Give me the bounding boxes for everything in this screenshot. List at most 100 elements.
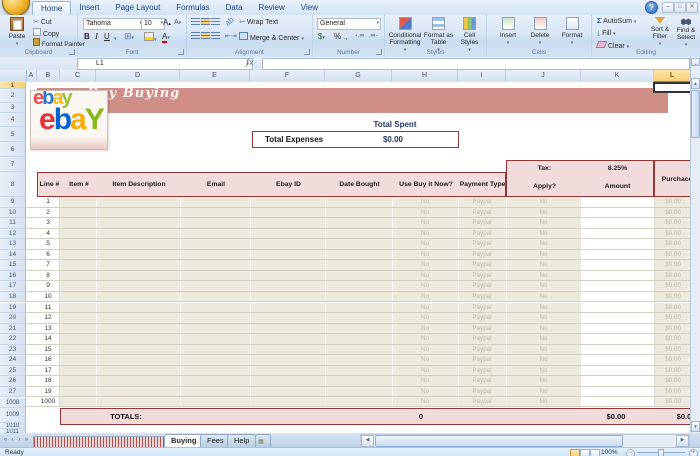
- horizontal-scroll-thumb[interactable]: [375, 435, 623, 447]
- purchase-cell[interactable]: $0.00: [654, 270, 690, 281]
- row-header-6[interactable]: 6: [0, 142, 26, 157]
- purchase-cell[interactable]: $0.00: [654, 365, 690, 376]
- zoom-slider-thumb[interactable]: [658, 449, 664, 456]
- row-header-13[interactable]: 13: [0, 239, 26, 250]
- apply-cell[interactable]: No: [506, 218, 581, 228]
- delete-cells-button[interactable]: Delete ▾: [525, 17, 555, 47]
- purchase-cell[interactable]: $0.00: [654, 344, 690, 355]
- apply-cell[interactable]: No: [506, 208, 581, 218]
- payment-type-cell[interactable]: Paypal: [458, 197, 506, 207]
- use-buy-it-now-cell[interactable]: No: [392, 239, 458, 249]
- apply-cell[interactable]: No: [506, 197, 581, 207]
- purchase-cell[interactable]: $0.00: [654, 323, 690, 334]
- row-header-7[interactable]: 7: [0, 157, 26, 172]
- purchase-cell[interactable]: $0.00: [654, 260, 690, 270]
- purchase-cell[interactable]: $0.00: [654, 228, 690, 239]
- apply-cell[interactable]: No: [506, 260, 581, 270]
- line-number-cell[interactable]: 8: [37, 270, 60, 281]
- payment-type-cell[interactable]: Paypal: [458, 271, 506, 281]
- row-header-3[interactable]: 3: [0, 103, 26, 113]
- row-header-25[interactable]: 25: [0, 365, 26, 377]
- row-header-1008[interactable]: 1008: [0, 397, 26, 408]
- column-header-I[interactable]: I: [458, 70, 506, 81]
- column-header-D[interactable]: D: [96, 70, 180, 81]
- row-header-24[interactable]: 24: [0, 355, 26, 366]
- sheet-tab-buying[interactable]: Buying: [164, 434, 204, 447]
- help-icon[interactable]: ?: [645, 1, 658, 14]
- use-buy-it-now-cell[interactable]: No: [392, 292, 458, 302]
- payment-type-cell[interactable]: Paypal: [458, 334, 506, 344]
- row-header-5[interactable]: 5: [0, 127, 26, 142]
- column-header-H[interactable]: H: [392, 70, 458, 81]
- payment-type-cell[interactable]: Paypal: [458, 218, 506, 228]
- use-buy-it-now-cell[interactable]: No: [392, 208, 458, 218]
- find-select-button[interactable]: Find & Select ▾: [674, 17, 698, 49]
- zoom-in-icon[interactable]: +: [689, 449, 698, 456]
- line-number-cell[interactable]: 15: [37, 344, 60, 355]
- font-name-select[interactable]: Tahoma▾: [83, 18, 144, 30]
- scroll-left-icon[interactable]: ◀: [361, 435, 374, 447]
- indent-buttons[interactable]: ⇤⇥: [225, 32, 237, 41]
- purchase-cell[interactable]: $0.00: [654, 397, 690, 407]
- column-header-C[interactable]: C: [60, 70, 96, 81]
- purchase-cell[interactable]: $0.00: [654, 334, 690, 344]
- page-break-view-button[interactable]: [590, 449, 600, 456]
- apply-cell[interactable]: No: [506, 324, 581, 334]
- apply-cell[interactable]: No: [506, 281, 581, 291]
- fill-button[interactable]: ⤓ Fill ▾: [597, 29, 615, 39]
- purchase-cell[interactable]: $0.00: [654, 302, 690, 313]
- accounting-format-button[interactable]: $▾: [318, 32, 325, 43]
- wrap-text-button[interactable]: ↩ Wrap Text: [239, 18, 278, 27]
- apply-cell[interactable]: No: [506, 366, 581, 376]
- use-buy-it-now-cell[interactable]: No: [392, 303, 458, 313]
- row-header-2[interactable]: 2: [0, 89, 26, 103]
- payment-type-cell[interactable]: Paypal: [458, 303, 506, 313]
- column-header-L[interactable]: L: [654, 70, 691, 82]
- apply-cell[interactable]: No: [506, 355, 581, 365]
- line-number-cell[interactable]: 19: [37, 386, 60, 397]
- selected-cell-L1[interactable]: [653, 82, 690, 93]
- font-color-button[interactable]: A▾: [162, 32, 170, 43]
- apply-cell[interactable]: No: [506, 345, 581, 355]
- payment-type-cell[interactable]: Paypal: [458, 281, 506, 291]
- purchase-cell[interactable]: $0.00: [654, 291, 690, 302]
- row-header-26[interactable]: 26: [0, 376, 26, 387]
- row-header-1[interactable]: 1: [0, 82, 26, 89]
- autosum-button[interactable]: Σ AutoSum ▾: [597, 17, 636, 27]
- vertical-scroll-thumb[interactable]: [691, 90, 700, 138]
- use-buy-it-now-cell[interactable]: No: [392, 355, 458, 365]
- shrink-font-button[interactable]: A▾: [174, 18, 181, 28]
- apply-cell[interactable]: No: [506, 292, 581, 302]
- column-header-B[interactable]: B: [37, 70, 60, 81]
- payment-type-cell[interactable]: Paypal: [458, 313, 506, 323]
- horizontal-scrollbar[interactable]: ◀ ▶: [360, 434, 690, 448]
- use-buy-it-now-cell[interactable]: No: [392, 366, 458, 376]
- line-number-cell[interactable]: 6: [37, 249, 60, 260]
- orientation-button[interactable]: ab: [223, 15, 236, 28]
- use-buy-it-now-cell[interactable]: No: [392, 345, 458, 355]
- payment-type-cell[interactable]: Paypal: [458, 260, 506, 270]
- apply-cell[interactable]: No: [506, 387, 581, 397]
- restore-button[interactable]: □: [674, 2, 686, 13]
- formula-input[interactable]: [262, 58, 690, 70]
- fill-color-button[interactable]: ▾: [144, 32, 157, 45]
- name-box[interactable]: L1 ▾: [77, 58, 253, 70]
- payment-type-cell[interactable]: Paypal: [458, 239, 506, 249]
- row-header-8[interactable]: 8: [0, 172, 26, 197]
- line-number-cell[interactable]: 18: [37, 376, 60, 386]
- line-number-cell[interactable]: 13: [37, 323, 60, 334]
- ribbon-tab-insert[interactable]: Insert: [71, 1, 107, 16]
- row-header-19[interactable]: 19: [0, 302, 26, 314]
- insert-worksheet-tab[interactable]: ▦: [255, 434, 271, 447]
- use-buy-it-now-cell[interactable]: No: [392, 271, 458, 281]
- purchase-cell[interactable]: $0.00: [654, 355, 690, 365]
- comma-style-button[interactable]: ,: [345, 32, 347, 41]
- use-buy-it-now-cell[interactable]: No: [392, 387, 458, 397]
- payment-type-cell[interactable]: Paypal: [458, 387, 506, 397]
- line-number-cell[interactable]: 17: [37, 365, 60, 376]
- select-all-corner[interactable]: [0, 70, 27, 81]
- clipboard-dialog-launcher[interactable]: [69, 49, 75, 55]
- line-number-cell[interactable]: 9: [37, 281, 60, 291]
- line-number-cell[interactable]: 1: [37, 197, 60, 207]
- row-header-10[interactable]: 10: [0, 207, 26, 219]
